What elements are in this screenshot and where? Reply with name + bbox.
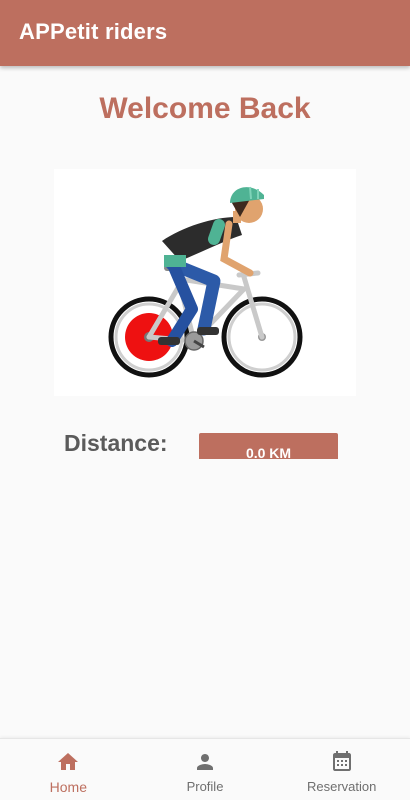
cyclist-illustration xyxy=(54,169,356,396)
nav-label-reservation: Reservation xyxy=(306,779,377,794)
distance-label: Distance: xyxy=(64,430,168,456)
nav-label-profile: Profile xyxy=(186,779,224,794)
distance-value: 0.0 KM xyxy=(245,445,292,459)
home-icon xyxy=(58,753,79,770)
distance-value-box: 0.0 KM xyxy=(199,433,338,459)
app-title: APPetit riders xyxy=(19,19,168,44)
nav-item-profile[interactable]: Profile xyxy=(137,739,274,800)
bottom-navigation: Home Profile Reservation xyxy=(0,738,410,800)
app-bar: APPetit riders xyxy=(0,0,410,66)
nav-item-home[interactable]: Home xyxy=(0,739,137,800)
person-icon xyxy=(197,754,213,770)
calendar-icon xyxy=(332,751,351,771)
app-screen: APPetit riders Welcome Back Distance: 0.… xyxy=(0,0,410,800)
nav-item-reservation[interactable]: Reservation xyxy=(273,739,410,800)
welcome-heading: Welcome Back xyxy=(99,92,311,125)
nav-label-home: Home xyxy=(49,779,88,795)
